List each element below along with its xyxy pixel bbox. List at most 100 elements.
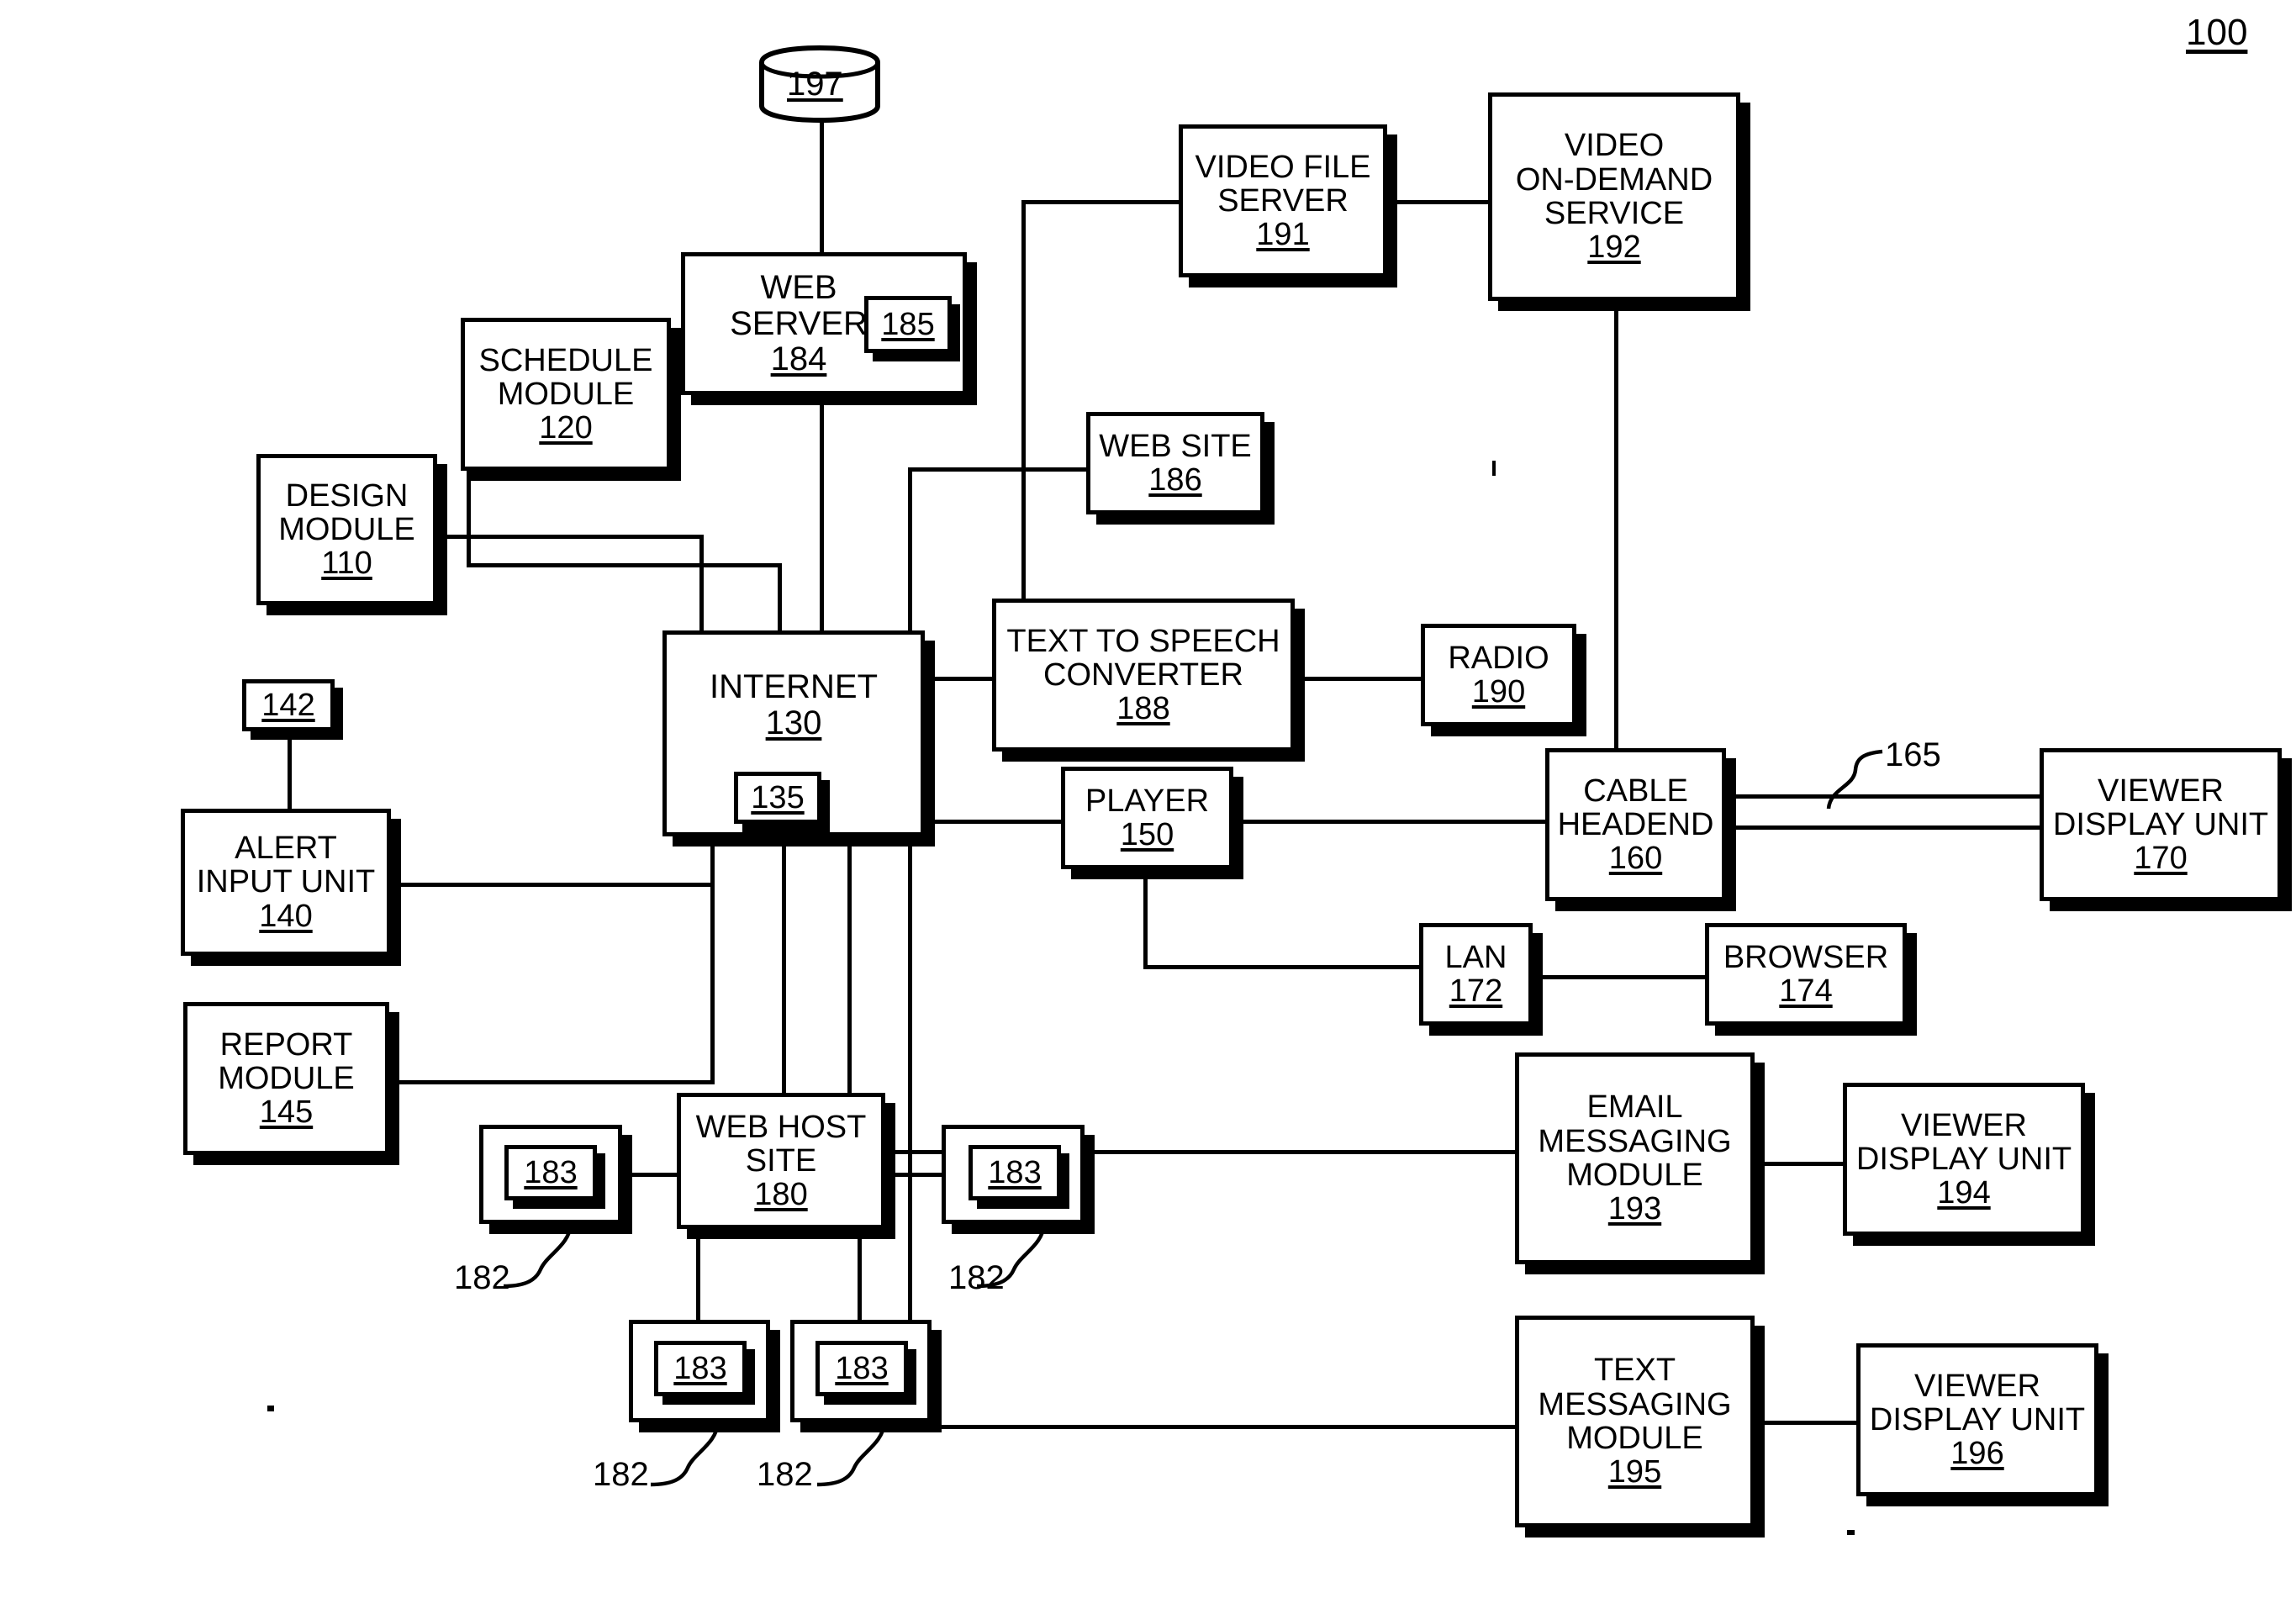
connector-webhost-right: [883, 1173, 948, 1177]
cable-headend-line2: HEADEND: [1557, 806, 1714, 842]
internet-inner-label: 135: [751, 779, 805, 815]
cable-headend-number: 160: [1608, 841, 1663, 877]
viewer170-line1: VIEWER: [2098, 773, 2224, 809]
report-line2: MODULE: [218, 1060, 355, 1096]
web-host-unit-inner-183[interactable]: 183: [504, 1145, 597, 1200]
node-alert-input-unit[interactable]: ALERT INPUT UNIT 140: [181, 809, 391, 956]
schedule-module-number: 120: [539, 410, 593, 446]
callout-182-left: 182: [454, 1259, 510, 1296]
web-server-line1: WEB: [760, 269, 837, 307]
web-site-line1: WEB SITE: [1099, 428, 1252, 464]
connector-db-to-webserver: [820, 109, 824, 256]
web-host-unit-inner-183[interactable]: 183: [969, 1145, 1061, 1200]
radio-number: 190: [1471, 674, 1526, 709]
connector-142-to-alert: [288, 730, 292, 810]
connector-text-h: [908, 1425, 1517, 1429]
node-viewer-display-unit-196[interactable]: VIEWER DISPLAY UNIT 196: [1856, 1343, 2098, 1496]
viewer196-line2: DISPLAY UNIT: [1869, 1401, 2086, 1437]
connector-alert-h: [383, 883, 715, 887]
email-line1: EMAIL: [1586, 1089, 1683, 1126]
connector-webserver-to-internet: [820, 395, 824, 630]
node-radio[interactable]: RADIO 190: [1421, 624, 1576, 726]
connector-videofile-v: [1021, 200, 1026, 630]
web-host-unit-inner-183[interactable]: 183: [654, 1341, 747, 1396]
connector-player-to-cable: [1234, 820, 1545, 824]
node-schedule-module[interactable]: SCHEDULE MODULE 120: [461, 318, 671, 471]
scan-speck: [267, 1406, 274, 1411]
connector-schedule-v1: [467, 471, 471, 567]
internet-line1: INTERNET: [710, 668, 878, 706]
callout-182-bottom-left: 182: [593, 1456, 649, 1493]
email-number: 193: [1607, 1191, 1662, 1227]
email-line3: MODULE: [1566, 1158, 1703, 1193]
node-cable-headend[interactable]: CABLE HEADEND 160: [1545, 748, 1726, 901]
textmsg-line2: MESSAGING: [1538, 1386, 1732, 1422]
node-web-site[interactable]: WEB SITE 186: [1086, 412, 1264, 514]
node-text-messaging-module[interactable]: TEXT MESSAGING MODULE 195: [1515, 1316, 1755, 1527]
design-module-line2: MODULE: [278, 511, 415, 547]
web-host-unit-inner-183[interactable]: 183: [815, 1341, 908, 1396]
textmsg-line1: TEXT: [1593, 1353, 1676, 1389]
connector-player-to-lan-h: [1143, 965, 1421, 969]
connector-schedule-h: [467, 563, 782, 567]
node-video-file-server[interactable]: VIDEO FILE SERVER 191: [1179, 124, 1387, 277]
connector-website-v: [908, 467, 912, 630]
tts-line1: TEXT TO SPEECH: [1006, 623, 1280, 659]
node-internet-inner-135[interactable]: 135: [734, 772, 821, 824]
video-on-demand-line1: VIDEO: [1564, 128, 1665, 164]
connector-tts-to-radio: [1296, 677, 1421, 681]
lan-line1: LAN: [1444, 939, 1507, 975]
connector-design-h: [430, 535, 704, 539]
node-browser[interactable]: BROWSER 174: [1705, 923, 1907, 1026]
connector-text-to-viewer196: [1753, 1421, 1858, 1425]
connector-internet-to-tts: [923, 677, 995, 681]
node-video-on-demand-service[interactable]: VIDEO ON-DEMAND SERVICE 192: [1488, 92, 1740, 301]
video-file-server-line1: VIDEO FILE: [1195, 149, 1371, 185]
video-file-server-line2: SERVER: [1217, 182, 1349, 219]
viewer196-line1: VIEWER: [1914, 1368, 2040, 1404]
scan-speck: [1492, 461, 1496, 476]
viewer194-line2: DISPLAY UNIT: [1855, 1141, 2072, 1177]
tts-line2: CONVERTER: [1043, 657, 1243, 693]
scan-speck: [1847, 1530, 1855, 1535]
node-lan[interactable]: LAN 172: [1419, 923, 1533, 1026]
web-server-number: 184: [770, 340, 827, 378]
database-197-label: 197: [787, 66, 843, 103]
design-module-line1: DESIGN: [285, 477, 409, 514]
node-viewer-display-unit-170[interactable]: VIEWER DISPLAY UNIT 170: [2040, 748, 2282, 901]
connector-videofile-to-vod: [1383, 200, 1488, 204]
video-on-demand-line3: SERVICE: [1544, 196, 1685, 231]
connector-email-to-viewer194: [1753, 1162, 1845, 1166]
player-line1: PLAYER: [1085, 783, 1210, 819]
node-142[interactable]: 142: [242, 679, 335, 731]
node-design-module[interactable]: DESIGN MODULE 110: [256, 454, 437, 605]
design-module-number: 110: [321, 546, 372, 582]
alert-line1: ALERT: [235, 831, 337, 867]
callout-165: 165: [1885, 736, 1941, 773]
connector-videofile-h: [1021, 200, 1181, 204]
node-player[interactable]: PLAYER 150: [1061, 767, 1233, 869]
viewer194-line1: VIEWER: [1901, 1107, 2027, 1143]
connector-vod-to-cable: [1614, 298, 1618, 761]
alert-line2: INPUT UNIT: [196, 864, 376, 900]
node-email-messaging-module[interactable]: EMAIL MESSAGING MODULE 193: [1515, 1052, 1755, 1264]
radio-line1: RADIO: [1448, 640, 1549, 676]
callout-182-bottom-right: 182: [757, 1456, 813, 1493]
figure-number: 100: [2186, 12, 2248, 53]
webhost-line2: SITE: [745, 1142, 817, 1179]
report-number: 145: [259, 1094, 314, 1131]
connector-player-to-lan-v: [1143, 870, 1148, 967]
node-report-module[interactable]: REPORT MODULE 145: [183, 1002, 389, 1155]
connector-design-v: [699, 535, 704, 630]
node-web-host-site[interactable]: WEB HOST SITE 180: [677, 1093, 885, 1229]
alert-number: 140: [259, 898, 313, 934]
node-text-to-speech-converter[interactable]: TEXT TO SPEECH CONVERTER 188: [992, 599, 1295, 752]
connector-email-h2: [1257, 1150, 1517, 1154]
node-viewer-display-unit-194[interactable]: VIEWER DISPLAY UNIT 194: [1843, 1083, 2085, 1236]
web-host-unit-label: 183: [835, 1350, 889, 1386]
patent-figure-canvas: 100 165 197 WEB SERVER 184 185 SCHEDULE …: [0, 0, 2296, 1614]
report-line1: REPORT: [219, 1026, 353, 1063]
browser-line1: BROWSER: [1723, 939, 1889, 975]
node-web-server-inner-185[interactable]: 185: [864, 296, 952, 353]
viewer196-number: 196: [1950, 1436, 2004, 1472]
